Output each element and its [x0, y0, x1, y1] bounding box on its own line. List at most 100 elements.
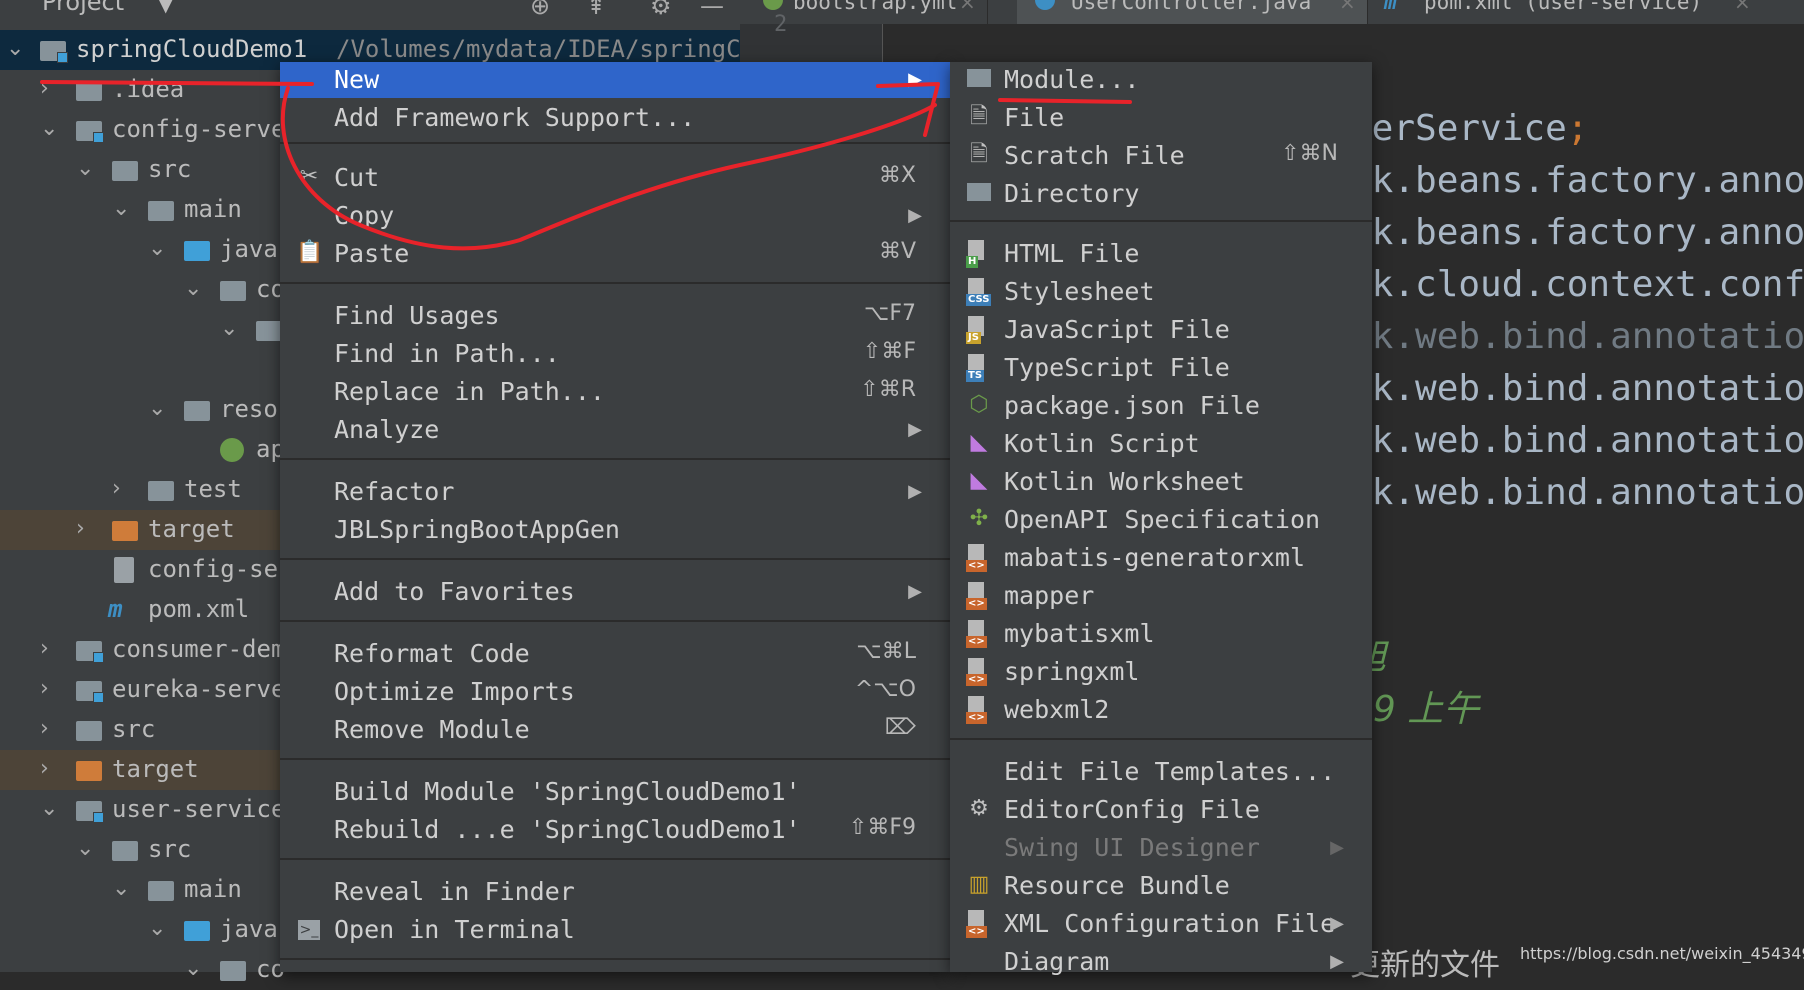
menu-item-openapi-specification[interactable]: ✣ OpenAPI Specification [950, 502, 1372, 538]
menu-item-jblspringbootappgen[interactable]: JBLSpringBootAppGen [280, 512, 950, 548]
menu-item-find-usages[interactable]: Find Usages ⌥F7 [280, 298, 950, 334]
menu-separator [280, 142, 950, 144]
menu-item-label: New [334, 65, 380, 94]
menu-item-paste[interactable]: 📋 Paste ⌘V [280, 236, 950, 272]
menu-item-webxml2[interactable]: <> webxml2 [950, 692, 1372, 728]
chevron-down-icon[interactable]: ⌄ [76, 836, 94, 861]
menu-item-swing-ui-designer: Swing UI Designer ▶ [950, 830, 1372, 866]
chevron-down-icon[interactable]: ⌄ [112, 196, 130, 221]
close-icon[interactable]: × [1734, 0, 1751, 14]
menu-item-resource-bundle[interactable]: ▥ Resource Bundle [950, 868, 1372, 904]
collapse-icon[interactable]: ⇞ [586, 0, 606, 20]
menu-item-mabatis-generatorxml[interactable]: <> mabatis-generatorxml [950, 540, 1372, 576]
chevron-right-icon[interactable]: › [76, 516, 85, 541]
gear-icon[interactable]: ⚙ [650, 0, 672, 20]
maven-icon: m [108, 595, 123, 623]
menu-item-new[interactable]: New ▶ [280, 62, 950, 98]
file-icon: 🗎 [970, 104, 988, 129]
menu-item-add-to-favorites[interactable]: Add to Favorites ▶ [280, 574, 950, 610]
tree-item-label: config-serve [112, 115, 286, 143]
js-file-icon: JS [966, 316, 988, 344]
chevron-down-icon[interactable]: ⌄ [148, 396, 166, 421]
tab-usercontroller-java[interactable]: UserController.java × [1017, 0, 1368, 24]
menu-item-typescript-file[interactable]: TS TypeScript File [950, 350, 1372, 386]
chevron-down-icon[interactable]: ⌄ [148, 916, 166, 941]
menu-item-reveal-in-finder[interactable]: Reveal in Finder [280, 874, 950, 910]
chevron-down-icon[interactable]: ⌄ [148, 236, 166, 261]
menu-item-reformat-code[interactable]: Reformat Code ⌥⌘L [280, 636, 950, 672]
project-view-label[interactable]: Project [42, 0, 124, 16]
menu-item-mapper[interactable]: <> mapper [950, 578, 1372, 614]
chevron-down-icon[interactable]: ⌄ [40, 116, 58, 141]
menu-item-kotlin-script[interactable]: ◣ Kotlin Script [950, 426, 1372, 462]
menu-item-edit-file-templates[interactable]: Edit File Templates... [950, 754, 1372, 790]
menu-item-build-module[interactable]: Build Module 'SpringCloudDemo1' [280, 774, 950, 810]
html-file-icon: H [966, 240, 988, 268]
tree-item-label: java [220, 915, 278, 943]
menu-item-label: Find in Path... [334, 339, 560, 368]
menu-item-stylesheet[interactable]: CSS Stylesheet [950, 274, 1372, 310]
chevron-down-icon[interactable]: ⌄ [6, 36, 24, 61]
menu-item-module[interactable]: Module... [950, 62, 1372, 98]
close-icon[interactable]: × [959, 0, 976, 14]
menu-item-scratch-file[interactable]: 🗎 Scratch File ⇧⌘N [950, 138, 1372, 174]
menu-item-label: HTML File [1004, 239, 1140, 268]
chevron-down-icon[interactable]: ⌄ [76, 156, 94, 181]
menu-item-label: Kotlin Worksheet [1004, 467, 1245, 496]
tree-item-target[interactable]: › target [0, 510, 280, 550]
chevron-right-icon[interactable]: › [40, 756, 49, 781]
xml-file-icon: <> [966, 582, 988, 610]
menu-item-add-framework-support[interactable]: Add Framework Support... [280, 100, 950, 136]
chevron-right-icon[interactable]: › [40, 636, 49, 661]
chevron-right-icon[interactable]: › [40, 716, 49, 741]
chevron-down-icon[interactable]: ⌄ [220, 316, 238, 341]
menu-item-remove-module[interactable]: Remove Module ⌦ [280, 712, 950, 748]
menu-item-rebuild-module[interactable]: Rebuild ...e 'SpringCloudDemo1' ⇧⌘F9 [280, 812, 950, 848]
menu-item-copy[interactable]: Copy ▶ [280, 198, 950, 234]
menu-separator [280, 282, 950, 284]
menu-item-springxml[interactable]: <> springxml [950, 654, 1372, 690]
chevron-down-icon[interactable]: ⌄ [112, 876, 130, 901]
locate-icon[interactable]: ⊕ [530, 0, 550, 20]
menu-item-find-in-path[interactable]: Find in Path... ⇧⌘F [280, 336, 950, 372]
chevron-down-icon[interactable]: ⌄ [40, 796, 58, 821]
tree-item-label: target [148, 515, 235, 543]
menu-item-package-json[interactable]: ⬡ package.json File [950, 388, 1372, 424]
menu-item-mybatisxml[interactable]: <> mybatisxml [950, 616, 1372, 652]
chevron-right-icon[interactable]: › [112, 476, 121, 501]
menu-item-xml-configuration-file[interactable]: <> XML Configuration File ▶ [950, 906, 1372, 942]
menu-item-file[interactable]: 🗎 File [950, 100, 1372, 136]
tree-item-label: pom.xml [148, 595, 250, 623]
menu-item-replace-in-path[interactable]: Replace in Path... ⇧⌘R [280, 374, 950, 410]
minimize-icon[interactable]: — [700, 0, 724, 20]
watermark: https://blog.csdn.net/weixin_45434902 [1520, 944, 1804, 963]
menu-item-refactor[interactable]: Refactor ▶ [280, 474, 950, 510]
tree-item-root-target[interactable]: › target [0, 750, 280, 790]
submenu-arrow-icon: ▶ [908, 419, 922, 440]
menu-item-javascript-file[interactable]: JS JavaScript File [950, 312, 1372, 348]
chevron-down-icon[interactable]: ▼ [158, 0, 173, 16]
menu-item-html-file[interactable]: H HTML File [950, 236, 1372, 272]
chevron-down-icon[interactable]: ⌄ [184, 956, 202, 981]
menu-item-directory[interactable]: Directory [950, 176, 1372, 212]
xml-file-icon: <> [966, 910, 988, 938]
close-icon[interactable]: × [1339, 0, 1356, 14]
menu-separator [280, 958, 950, 960]
menu-item-diagram[interactable]: Diagram ▶ [950, 944, 1372, 980]
excluded-folder-icon [112, 521, 138, 541]
chevron-down-icon[interactable]: ⌄ [184, 276, 202, 301]
menu-item-open-in-terminal[interactable]: >_ Open in Terminal [280, 912, 950, 948]
chevron-right-icon[interactable]: › [40, 76, 49, 101]
menu-item-label: TypeScript File [1004, 353, 1230, 382]
menu-item-optimize-imports[interactable]: Optimize Imports ^⌥O [280, 674, 950, 710]
menu-item-cut[interactable]: ✂ Cut ⌘X [280, 160, 950, 196]
menu-item-label: Paste [334, 239, 410, 268]
tree-item-label: src [112, 715, 156, 743]
chevron-right-icon[interactable]: › [40, 676, 49, 701]
menu-item-kotlin-worksheet[interactable]: ◣ Kotlin Worksheet [950, 464, 1372, 500]
tab-label: pom.xml (user-service) [1424, 0, 1703, 14]
xml-file-icon: <> [966, 658, 988, 686]
menu-item-analyze[interactable]: Analyze ▶ [280, 412, 950, 448]
menu-item-editorconfig-file[interactable]: ⚙ EditorConfig File [950, 792, 1372, 828]
tab-pom-xml[interactable]: m pom.xml (user-service) × [1368, 0, 1804, 24]
